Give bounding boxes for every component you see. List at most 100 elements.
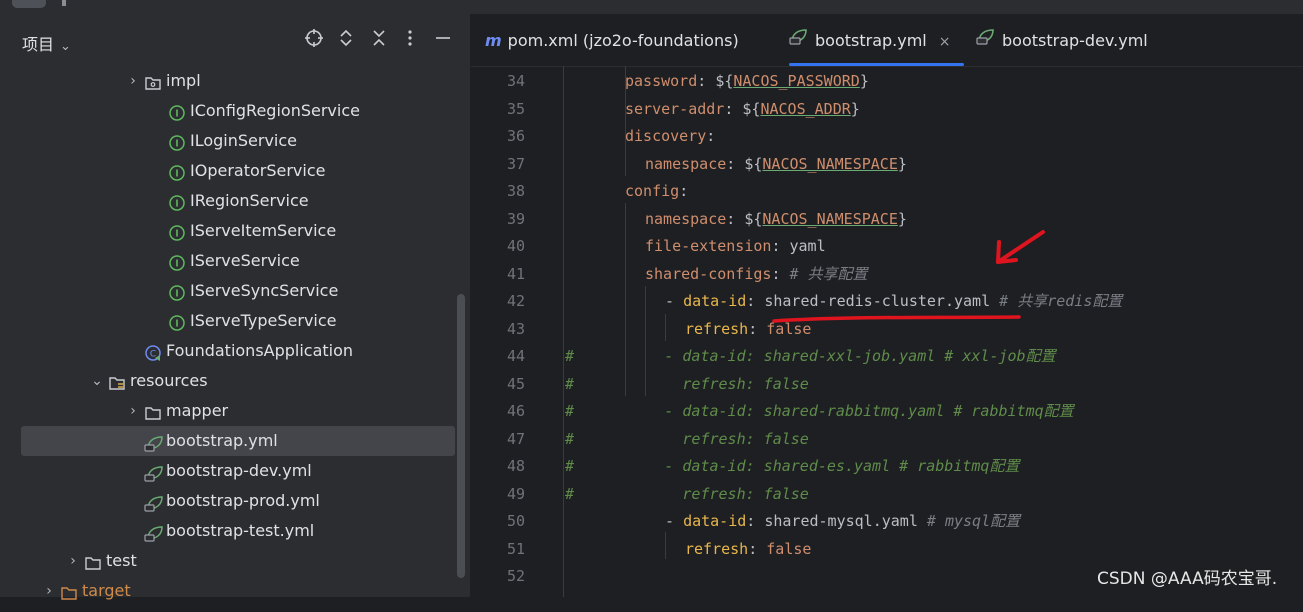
interface-icon xyxy=(168,162,186,181)
expand-all-icon[interactable] xyxy=(335,28,357,50)
tab-bootstrap-dev-yml[interactable]: bootstrap-dev.yml xyxy=(976,14,1148,66)
tree-item[interactable]: IRegionService xyxy=(0,186,470,216)
close-icon[interactable]: × xyxy=(939,34,951,50)
code-text-area[interactable]: password: ${NACOS_PASSWORD} server-addr: … xyxy=(471,66,1303,597)
code-line: file-extension: yaml xyxy=(645,233,826,260)
interface-icon xyxy=(168,132,186,151)
tree-item-label: resources xyxy=(130,371,208,390)
list-dash: - xyxy=(665,292,684,310)
tab-label: pom.xml (jzo2o-foundations) xyxy=(507,31,739,50)
tab-bootstrap-yml[interactable]: bootstrap.yml × xyxy=(789,13,965,67)
code-line: - data-id: shared-redis-cluster.yaml # 共… xyxy=(665,288,1122,315)
tree-item[interactable]: › impl xyxy=(0,66,470,96)
yaml-comment: # 共享配置 xyxy=(789,264,868,283)
code-line: refresh: false xyxy=(685,536,811,563)
comment-marker: # xyxy=(565,402,575,420)
code-line: refresh: false xyxy=(685,316,811,343)
yaml-value: shared-redis-cluster.yaml xyxy=(764,292,991,310)
tree-scrollbar[interactable] xyxy=(457,294,465,578)
locate-icon[interactable] xyxy=(303,28,325,50)
collapse-all-icon[interactable] xyxy=(368,28,390,50)
yaml-separator: : xyxy=(726,209,745,228)
code-line: shared-configs: # 共享配置 xyxy=(645,261,868,288)
tree-item[interactable]: IServeSyncService xyxy=(0,276,470,306)
yaml-separator: : xyxy=(748,319,767,338)
tree-item[interactable]: IServeTypeService xyxy=(0,306,470,336)
indent-guide xyxy=(665,532,666,559)
env-variable: NACOS_NAMESPACE xyxy=(762,209,898,228)
hide-panel-icon[interactable] xyxy=(432,28,454,50)
tree-item[interactable]: IConfigRegionService xyxy=(0,96,470,126)
resources-folder-icon xyxy=(108,372,126,390)
yaml-comment: # 共享redis配置 xyxy=(990,292,1123,310)
tree-item[interactable]: IServeService xyxy=(0,246,470,276)
chevron-right-icon[interactable]: › xyxy=(66,546,80,576)
tree-item-label: IConfigRegionService xyxy=(190,101,360,120)
yaml-value: yaml xyxy=(789,237,826,255)
comment-marker: # xyxy=(565,484,575,503)
indent-guide xyxy=(665,314,666,341)
yaml-separator: : xyxy=(748,539,767,558)
tree-item-label: test xyxy=(106,551,137,570)
spring-yml-icon xyxy=(144,462,163,482)
spring-yml-icon xyxy=(144,492,163,512)
main-menu-button[interactable] xyxy=(12,0,46,8)
interface-icon xyxy=(168,222,186,241)
package-icon xyxy=(144,72,162,90)
tree-item[interactable]: C FoundationsApplication xyxy=(0,336,470,366)
tree-item[interactable]: › test xyxy=(0,546,470,576)
yaml-separator: : xyxy=(724,99,743,118)
yaml-key: data-id xyxy=(683,292,747,310)
commented-code: refresh: false xyxy=(646,429,809,448)
code-line: password: ${NACOS_PASSWORD} xyxy=(625,68,869,95)
tree-item[interactable]: IServeItemService xyxy=(0,216,470,246)
tree-item[interactable]: › target xyxy=(0,576,470,606)
placeholder-close: } xyxy=(850,99,860,118)
tree-item-label: IRegionService xyxy=(190,191,309,210)
yaml-key: file-extension xyxy=(645,237,772,255)
spring-leaf-icon xyxy=(789,13,809,67)
placeholder-open: ${ xyxy=(715,72,734,90)
project-view-selector[interactable]: 项目 ⌄ xyxy=(22,31,71,55)
tree-item-label: IServeService xyxy=(190,251,300,270)
folder-icon xyxy=(144,402,162,420)
chevron-right-icon[interactable]: › xyxy=(126,396,140,426)
project-tool-window: 项目 ⌄ › impl IConfigRegionService ILoginServi… xyxy=(0,14,471,600)
tab-pom-xml[interactable]: m pom.xml (jzo2o-foundations) xyxy=(485,14,739,66)
indent-guide xyxy=(563,66,564,597)
yaml-key: refresh xyxy=(685,539,749,558)
env-variable: NACOS_NAMESPACE xyxy=(762,154,898,173)
yaml-key: server-addr xyxy=(625,99,725,118)
yaml-separator: : xyxy=(706,127,716,145)
chevron-right-icon[interactable]: › xyxy=(126,66,140,96)
code-line: # - data-id: shared-es.yaml # rabbitmq配置 xyxy=(565,453,1019,480)
tree-item[interactable]: ⌄ resources xyxy=(0,366,470,396)
more-options-icon[interactable] xyxy=(399,28,421,50)
list-dash: - xyxy=(665,512,684,530)
commented-code: refresh: false xyxy=(646,374,809,393)
code-line: config: xyxy=(625,178,688,205)
tree-item[interactable]: IOperatorService xyxy=(0,156,470,186)
tree-item[interactable]: › mapper xyxy=(0,396,470,426)
comment-marker: # xyxy=(565,457,575,475)
yaml-key: discovery xyxy=(625,127,707,145)
tree-item[interactable]: bootstrap-prod.yml xyxy=(0,486,470,516)
spring-boot-app-icon: C xyxy=(144,342,162,361)
tree-item[interactable]: bootstrap-test.yml xyxy=(0,516,470,546)
chevron-down-icon[interactable]: ⌄ xyxy=(90,366,104,396)
code-line: server-addr: ${NACOS_ADDR} xyxy=(625,96,860,123)
comment-marker: # xyxy=(565,374,575,393)
folder-icon xyxy=(84,552,102,570)
tab-label: bootstrap-dev.yml xyxy=(1002,31,1148,50)
yaml-key: data-id xyxy=(683,512,747,530)
tree-item-label: bootstrap-prod.yml xyxy=(166,491,320,510)
chevron-right-icon[interactable]: › xyxy=(42,576,56,606)
tree-item[interactable]: bootstrap.yml xyxy=(21,426,455,456)
tree-item[interactable]: ILoginService xyxy=(0,126,470,156)
spring-yml-icon xyxy=(144,432,163,452)
tree-item[interactable]: bootstrap-dev.yml xyxy=(0,456,470,486)
interface-icon xyxy=(168,192,186,211)
